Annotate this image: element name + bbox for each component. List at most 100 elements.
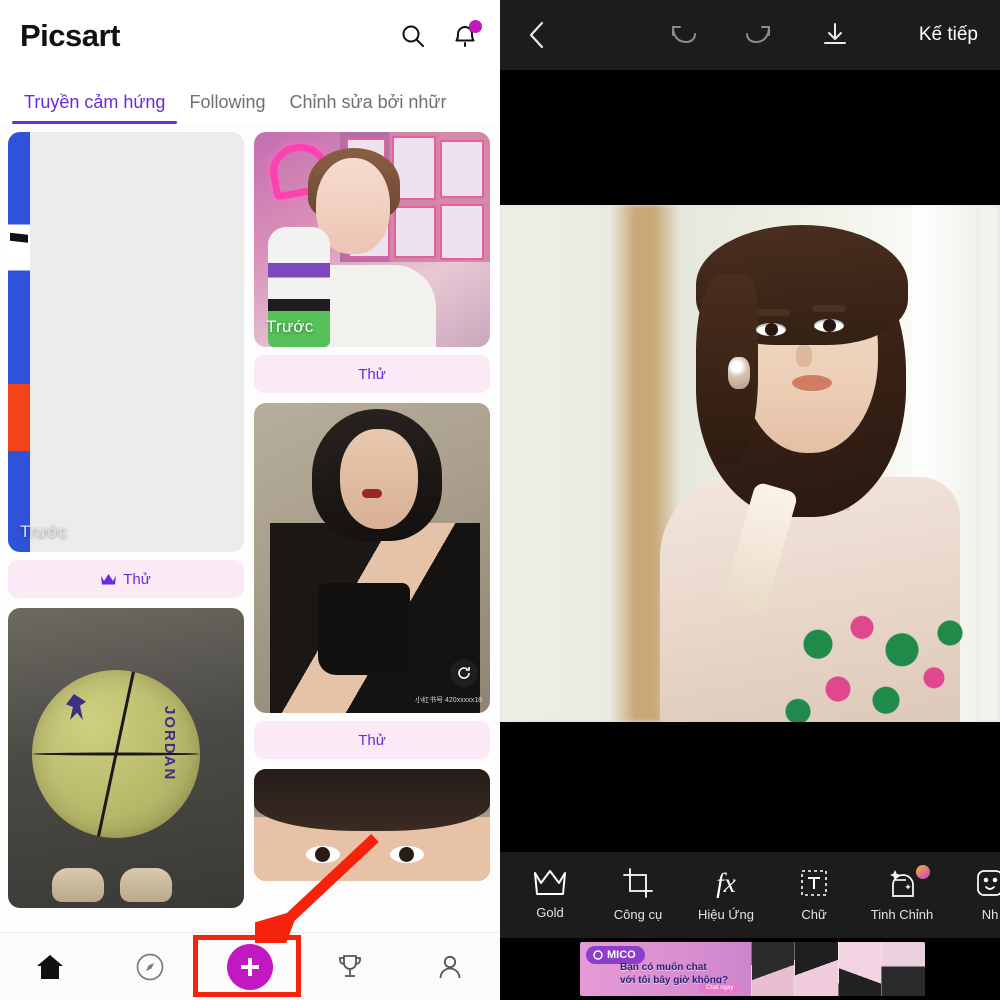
editor-toolbar: Gold Công cụ fx Hiệu Ứng Chữ (500, 852, 1000, 938)
back-chevron-icon[interactable] (522, 20, 552, 50)
tab-chinh-sua-boi-nhung[interactable]: Chỉnh sửa bởi nhữr (278, 92, 459, 124)
mico-mark-icon (593, 950, 603, 960)
ad-banner[interactable]: MICO Bạn có muốn chat với tôi bây giờ kh… (500, 938, 1000, 1000)
card-skeleton[interactable]: Trước Thử (8, 132, 244, 598)
card-eyes[interactable] (254, 769, 490, 881)
try-button[interactable]: Thử (254, 355, 490, 393)
redo-icon[interactable] (744, 20, 774, 50)
nav-item-home[interactable] (0, 954, 100, 980)
source-watermark: 小红书号 420xxxxx18 (415, 695, 482, 705)
sticker-icon (975, 868, 1000, 898)
undo-icon[interactable] (668, 20, 698, 50)
subject-eye-right (390, 846, 424, 863)
subject-lips (362, 489, 382, 498)
card-media[interactable]: Trước (8, 132, 244, 552)
card-black-outfit[interactable]: 小红书号 420xxxxx18 Thử (254, 403, 490, 759)
compass-icon (136, 953, 164, 981)
jumpman-logo-icon (66, 694, 86, 720)
subject-face (340, 429, 418, 529)
trophy-icon (336, 953, 364, 981)
tool-label: Nh (982, 907, 999, 922)
notification-badge (469, 20, 482, 33)
subject-top (318, 583, 410, 675)
tool-chu[interactable]: Chữ (770, 868, 858, 922)
tool-tinh-chinh[interactable]: Tinh Chỉnh (858, 868, 946, 922)
tool-cong-cu[interactable]: Công cụ (594, 868, 682, 922)
card-media[interactable]: 小红书号 420xxxxx18 (254, 403, 490, 713)
ad-line-1: Bạn có muốn chat (620, 962, 728, 975)
picsart-feed-panel: Picsart Truyền cảm hứng Following Chỉnh … (0, 0, 500, 1000)
subject-nose (796, 345, 812, 367)
nav-item-rewards[interactable] (300, 953, 400, 981)
tab-truyen-cam-hung[interactable]: Truyền cảm hứng (12, 92, 177, 124)
create-button[interactable] (227, 944, 273, 990)
try-button-label: Thử (123, 571, 151, 588)
nav-item-discover[interactable] (100, 953, 200, 981)
card-overlay-label: Trước (266, 317, 313, 337)
try-button[interactable]: Thử (8, 560, 244, 598)
editor-canvas[interactable] (500, 70, 1000, 852)
tool-nhan-dan[interactable]: Nh (946, 868, 1000, 922)
picsart-logo: Picsart (20, 18, 120, 54)
header-actions (398, 21, 480, 51)
subject-earring (728, 357, 750, 389)
ad-copy-area: MICO Bạn có muốn chat với tôi bây giờ kh… (580, 942, 751, 996)
try-button-label: Thử (358, 366, 386, 383)
ad-content[interactable]: MICO Bạn có muốn chat với tôi bây giờ kh… (580, 942, 925, 996)
tab-following[interactable]: Following (177, 92, 277, 124)
try-button[interactable]: Thử (254, 721, 490, 759)
person-icon (436, 953, 464, 981)
card-media[interactable]: Trước (254, 132, 490, 347)
card-overlay-label: Trước (20, 522, 67, 542)
nav-item-create[interactable] (200, 944, 300, 990)
text-icon (799, 868, 829, 898)
subject-brow-left (756, 309, 790, 316)
card-media[interactable] (254, 769, 490, 881)
tool-gold[interactable]: Gold (506, 870, 594, 920)
crown-icon (101, 574, 116, 585)
card-media[interactable]: JORDAN (8, 608, 244, 908)
feed-header: Picsart (0, 0, 500, 72)
tool-label: Công cụ (614, 907, 662, 922)
search-icon[interactable] (398, 21, 428, 51)
card-jordan[interactable]: JORDAN (8, 608, 244, 908)
editor-topbar: Kế tiếp (500, 0, 1000, 70)
subject-hair (254, 769, 490, 831)
notifications-bell-icon[interactable] (450, 21, 480, 51)
tool-label: Chữ (801, 907, 826, 922)
ad-thumbnail (838, 942, 882, 996)
nav-item-profile[interactable] (400, 953, 500, 981)
fx-icon: fx (716, 868, 736, 898)
tool-hieu-ung[interactable]: fx Hiệu Ứng (682, 868, 770, 922)
photo-editor-panel: Kế tiếp Gold (500, 0, 1000, 1000)
retouch-icon (886, 868, 918, 898)
next-button[interactable]: Kế tiếp (919, 24, 978, 46)
edited-photo[interactable] (500, 205, 1000, 722)
crop-icon (623, 868, 653, 898)
subject-eye-left (306, 846, 340, 863)
sneaker-left (52, 868, 104, 902)
subject-brow-right (812, 305, 846, 312)
subject-eye-left (756, 323, 786, 336)
replay-icon[interactable] (450, 659, 478, 687)
partial-image-strip (8, 132, 30, 552)
feed-column-left: Trước Thử JORDAN (8, 132, 244, 932)
bottom-navigation (0, 932, 500, 1000)
home-icon (36, 954, 64, 980)
card-buzz[interactable]: Trước Thử (254, 132, 490, 393)
new-feature-badge (916, 865, 930, 879)
basketball: JORDAN (32, 670, 200, 838)
feed-column-right: Trước Thử 小 (254, 132, 490, 932)
ad-thumbnail (794, 942, 838, 996)
download-icon[interactable] (820, 20, 850, 50)
crown-icon (533, 870, 567, 896)
ad-thumbnail (751, 942, 795, 996)
feed-tabs: Truyền cảm hứng Following Chỉnh sửa bởi … (0, 72, 500, 124)
plus-icon (239, 956, 261, 978)
editor-history-actions (668, 20, 850, 50)
tool-label: Hiệu Ứng (698, 907, 754, 922)
ad-cta-button[interactable]: Chat ngay (698, 983, 741, 993)
subject-eye-right (814, 319, 844, 332)
feed-masonry: Trước Thử JORDAN (0, 124, 500, 932)
subject-lips (792, 375, 832, 391)
